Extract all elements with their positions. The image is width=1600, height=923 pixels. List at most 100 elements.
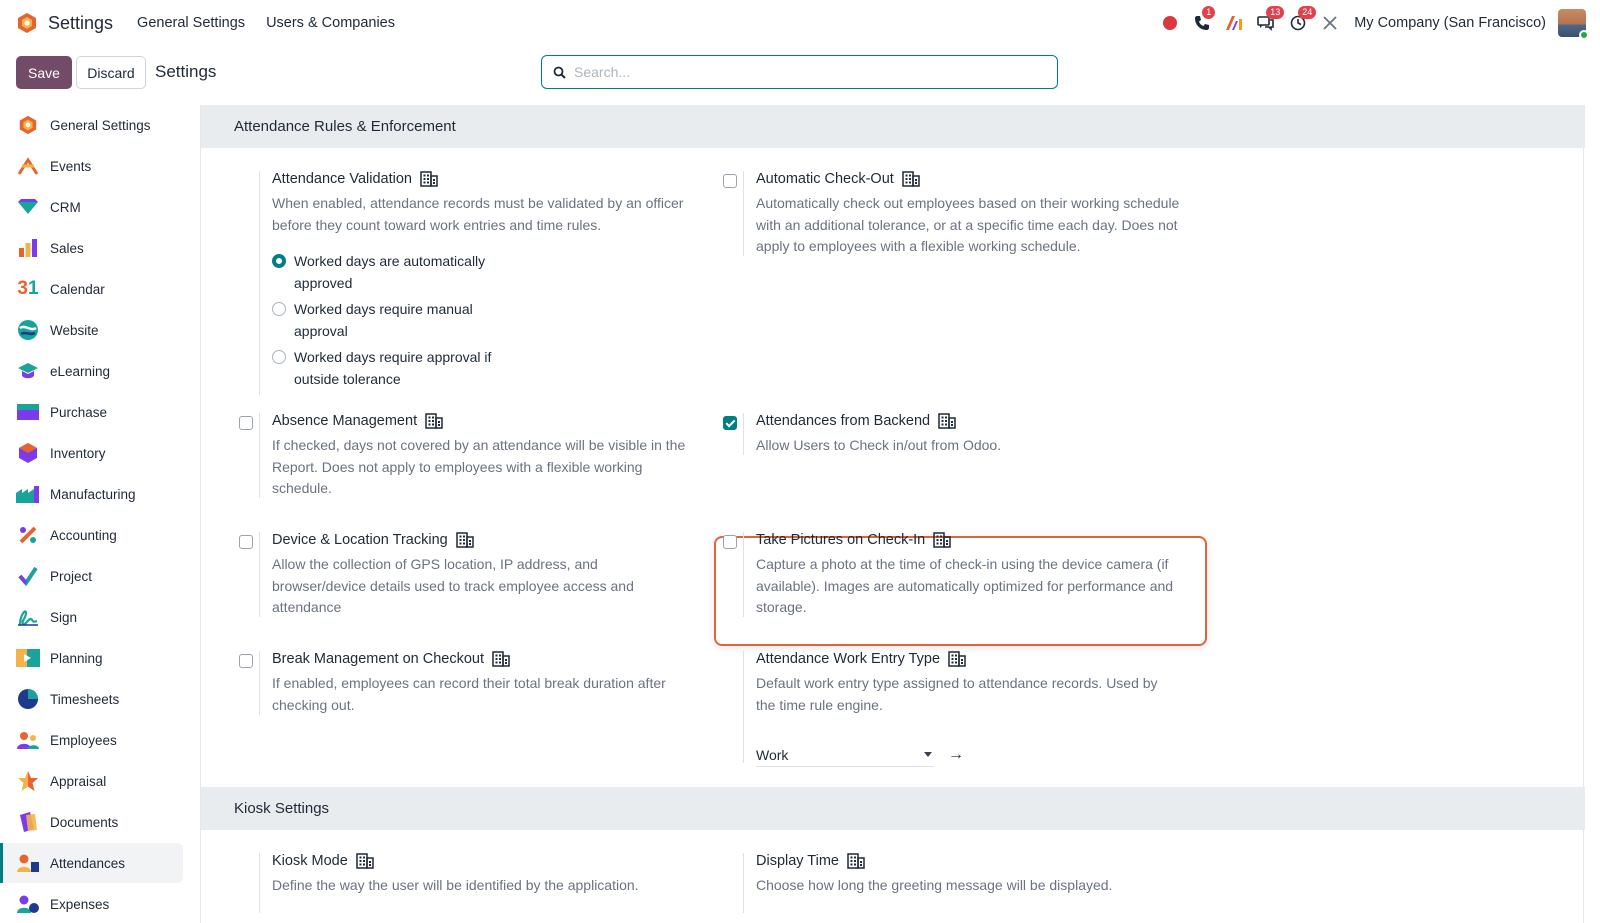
sidebar-item-label: CRM <box>50 199 81 215</box>
accounting-icon <box>16 523 40 547</box>
setting-divider <box>743 651 744 763</box>
sidebar-item-inventory[interactable]: Inventory <box>0 433 183 473</box>
sidebar-item-sales[interactable]: Sales <box>0 228 183 268</box>
attendances-icon <box>16 851 40 875</box>
sidebar-item-documents[interactable]: Documents <box>0 802 183 842</box>
sidebar-item-label: Website <box>50 322 99 338</box>
company-building-icon <box>847 853 865 869</box>
nav-users-companies[interactable]: Users & Companies <box>266 15 395 31</box>
sidebar-item-appraisal[interactable]: Appraisal <box>0 761 183 801</box>
work-entry-type-select[interactable]: Work <box>756 743 934 767</box>
record-icon[interactable] <box>1158 11 1182 35</box>
tools-icon[interactable] <box>1318 11 1342 35</box>
setting-title-text: Absence Management <box>272 413 418 429</box>
documents-icon <box>16 810 40 834</box>
sidebar-item-label: Planning <box>50 650 103 666</box>
phone-icon[interactable]: 1 <box>1190 6 1216 35</box>
radio-auto-approved[interactable]: Worked days are automatically approved <box>272 251 494 294</box>
setting-divider <box>259 413 260 498</box>
crm-icon <box>16 195 40 219</box>
sales-icon <box>16 236 40 260</box>
sidebar-item-calendar[interactable]: 31 Calendar <box>0 269 183 309</box>
checkbox-break-management[interactable] <box>239 654 253 668</box>
radio-approval-outside-tolerance[interactable]: Worked days require approval if outside … <box>272 347 494 390</box>
radio-label: Worked days require manual approval <box>294 301 473 339</box>
sidebar-item-label: Sales <box>50 240 84 256</box>
sidebar-item-attendances[interactable]: Attendances <box>0 843 183 883</box>
discard-button[interactable]: Discard <box>76 56 146 89</box>
company-building-icon <box>902 171 920 187</box>
setting-description: If enabled, employees can record their t… <box>272 675 666 713</box>
employees-icon <box>16 728 40 752</box>
phone-badge: 1 <box>1202 6 1216 19</box>
checkbox-automatic-checkout[interactable] <box>723 174 737 188</box>
clock-icon[interactable]: 24 <box>1286 6 1317 35</box>
app-title[interactable]: Settings <box>48 13 113 34</box>
sidebar-item-expenses[interactable]: Expenses <box>0 884 183 923</box>
setting-description: When enabled, attendance records must be… <box>272 195 684 233</box>
inventory-icon <box>16 441 40 465</box>
setting-title-text: Attendance Work Entry Type <box>756 651 941 667</box>
checkbox-device-location-tracking[interactable] <box>239 535 253 549</box>
checkbox-attendances-from-backend[interactable] <box>723 416 737 430</box>
sidebar-item-manufacturing[interactable]: Manufacturing <box>0 474 183 514</box>
sidebar-item-label: Expenses <box>50 896 110 912</box>
setting-title-text: Break Management on Checkout <box>272 651 484 667</box>
events-icon <box>16 154 40 178</box>
setting-title: Device & Location Tracking <box>272 532 474 548</box>
setting-title: Absence Management <box>272 413 443 429</box>
ai-icon[interactable] <box>1222 11 1246 35</box>
sidebar-item-general-settings[interactable]: General Settings <box>0 105 183 145</box>
setting-divider <box>259 651 260 715</box>
radio-button[interactable] <box>272 350 286 364</box>
sidebar-item-timesheets[interactable]: Timesheets <box>0 679 183 719</box>
sidebar-item-accounting[interactable]: Accounting <box>0 515 183 555</box>
setting-description: Capture a photo at the time of check-in … <box>756 556 1174 615</box>
messages-icon[interactable]: 13 <box>1254 6 1285 35</box>
sidebar-item-sign[interactable]: Sign <box>0 597 183 637</box>
sidebar-item-label: Events <box>50 158 92 174</box>
sidebar-item-planning[interactable]: Planning <box>0 638 183 678</box>
appraisal-icon <box>16 769 40 793</box>
timesheets-icon <box>16 687 40 711</box>
sidebar-item-crm[interactable]: CRM <box>0 187 183 227</box>
nav-general-settings[interactable]: General Settings <box>137 15 245 31</box>
online-status-dot <box>1579 30 1589 40</box>
section-header-kiosk: Kiosk Settings <box>201 787 1585 830</box>
sidebar-item-purchase[interactable]: Purchase <box>0 392 183 432</box>
radio-manual-approval[interactable]: Worked days require manual approval <box>272 299 494 342</box>
checkbox-take-pictures[interactable] <box>723 535 737 549</box>
sidebar-item-label: Accounting <box>50 527 117 543</box>
setting-description: Allow the collection of GPS location, IP… <box>272 556 634 615</box>
sidebar-item-elearning[interactable]: eLearning <box>0 351 183 391</box>
setting-title: Break Management on Checkout <box>272 651 510 667</box>
setting-description: Choose how long the greeting message wil… <box>756 877 1113 893</box>
search-icon <box>553 66 566 79</box>
sidebar-item-project[interactable]: Project <box>0 556 183 596</box>
settings-panel: Attendance Rules & Enforcement Attendanc… <box>200 105 1585 923</box>
sidebar-item-label: General Settings <box>50 117 151 133</box>
checkbox-absence-management[interactable] <box>239 416 253 430</box>
setting-title: Automatic Check-Out <box>756 171 920 187</box>
sign-icon <box>16 605 40 629</box>
sidebar-item-events[interactable]: Events <box>0 146 183 186</box>
sidebar-item-employees[interactable]: Employees <box>0 720 183 760</box>
odoo-settings-icon <box>16 113 40 137</box>
manufacturing-icon <box>16 482 40 506</box>
search-box[interactable] <box>541 55 1058 89</box>
radio-button-checked[interactable] <box>272 254 286 268</box>
sidebar-item-label: Employees <box>50 732 117 748</box>
sidebar-item-website[interactable]: Website <box>0 310 183 350</box>
radio-label: Worked days are automatically approved <box>294 253 486 291</box>
radio-button[interactable] <box>272 302 286 316</box>
setting-divider <box>743 853 744 913</box>
save-button[interactable]: Save <box>16 56 72 89</box>
radio-label: Worked days require approval if outside … <box>294 349 492 387</box>
setting-description: Allow Users to Check in/out from Odoo. <box>756 437 1002 453</box>
user-avatar[interactable] <box>1558 9 1589 40</box>
search-input[interactable] <box>574 64 1034 80</box>
company-switcher[interactable]: My Company (San Francisco) <box>1354 15 1546 31</box>
odoo-settings-icon[interactable] <box>16 12 38 34</box>
expenses-icon <box>16 892 40 916</box>
arrow-right-icon[interactable]: → <box>948 746 964 764</box>
